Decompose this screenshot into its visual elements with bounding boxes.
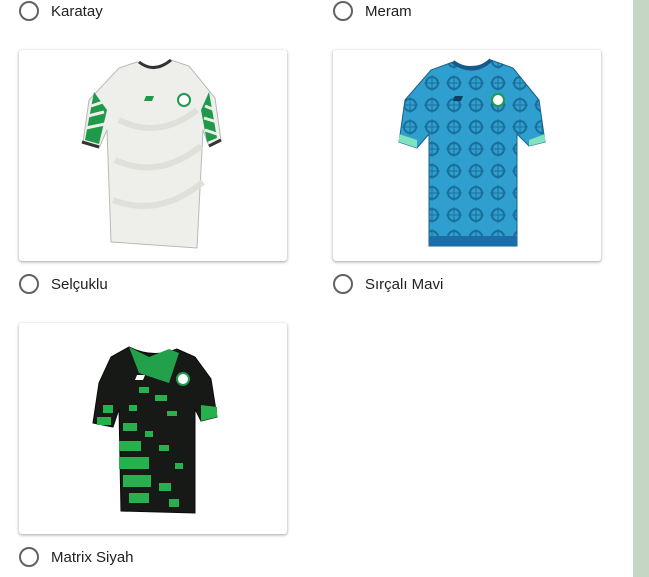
white-green-jersey-image: [81, 58, 222, 249]
option-label: Sırçalı Mavi: [365, 275, 444, 293]
blue-pattern-jersey-image: [398, 58, 546, 247]
radio-button[interactable]: [19, 547, 39, 567]
option-selcuklu[interactable]: Selçuklu: [19, 274, 108, 294]
option-label: Karatay: [51, 2, 103, 20]
radio-button[interactable]: [333, 274, 353, 294]
option-label: Selçuklu: [51, 275, 108, 293]
option-karatay[interactable]: Karatay: [19, 1, 103, 21]
radio-button[interactable]: [19, 274, 39, 294]
option-label: Matrix Siyah: [51, 548, 134, 566]
option-matrix-siyah[interactable]: Matrix Siyah: [19, 547, 134, 567]
option-sircali-mavi[interactable]: Sırçalı Mavi: [333, 274, 443, 294]
option-meram[interactable]: Meram: [333, 1, 412, 21]
option-image-card-sircali-mavi[interactable]: [333, 50, 601, 261]
option-image-card-matrix-siyah[interactable]: [19, 323, 287, 534]
option-image-card-selcuklu[interactable]: [19, 50, 287, 261]
black-green-matrix-jersey-image: [92, 346, 218, 514]
right-side-panel: [633, 0, 649, 577]
radio-button[interactable]: [19, 1, 39, 21]
option-label: Meram: [365, 2, 412, 20]
radio-button[interactable]: [333, 1, 353, 21]
